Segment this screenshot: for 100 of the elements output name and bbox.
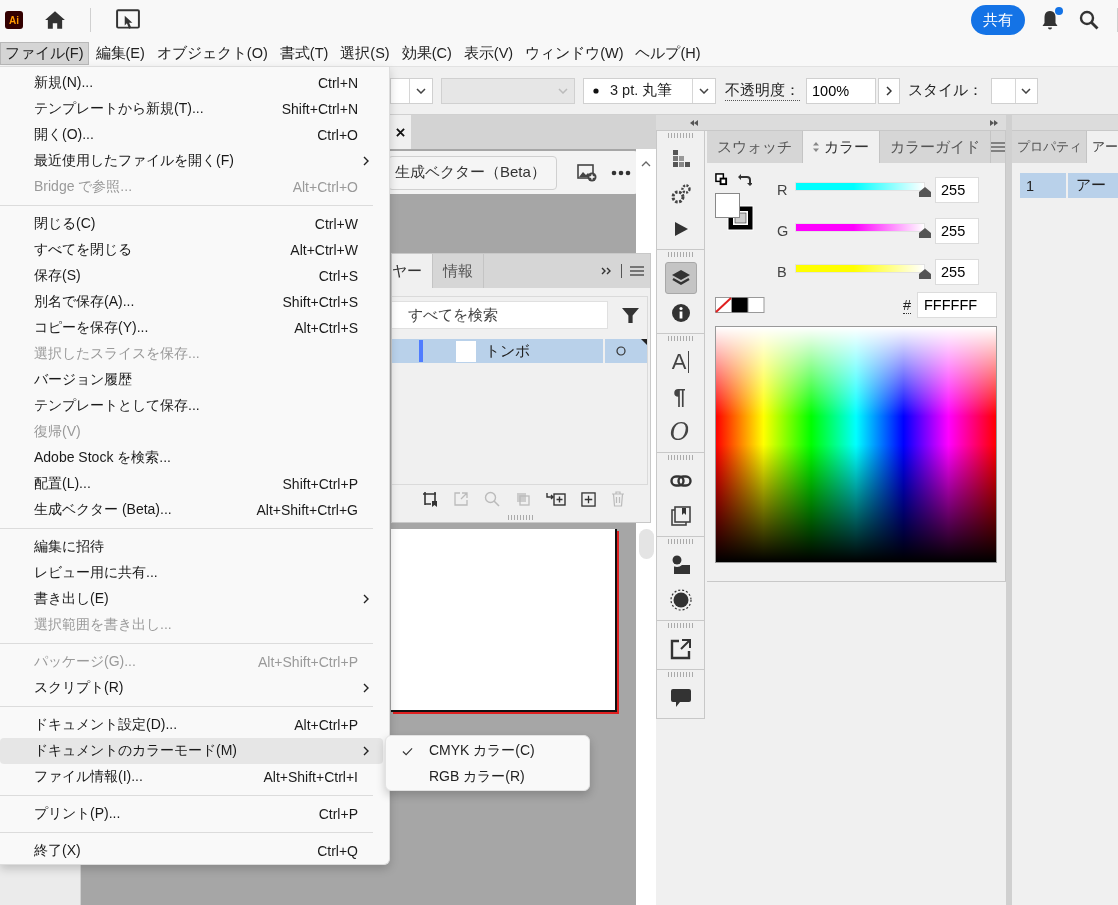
menu-bar-item[interactable]: 表示(V) (458, 41, 519, 65)
menu-icon[interactable] (991, 142, 1005, 152)
caret-icon (558, 87, 568, 94)
panel-button[interactable]: A (664, 346, 697, 378)
shortcut-label: Shift+Ctrl+P (282, 476, 358, 492)
layer-row[interactable]: トンボ (392, 339, 647, 363)
swap-icon[interactable] (738, 173, 752, 187)
menu-item[interactable]: プリント(P)... Ctrl+P (0, 801, 383, 827)
panel-tab[interactable]: カラー (803, 131, 880, 163)
search-icon (484, 491, 500, 507)
chevron-right-icon (886, 85, 892, 96)
panel-tab[interactable]: アー (1087, 131, 1118, 163)
hex-field[interactable]: FFFFFF (917, 292, 997, 318)
dashed-circle-icon (669, 589, 692, 611)
sublayer-icon[interactable] (546, 491, 566, 507)
fill-stroke-swatch[interactable] (715, 193, 755, 231)
slider-track[interactable] (795, 181, 925, 191)
clip-mask-icon[interactable] (422, 491, 438, 507)
menu-item[interactable]: 開く(O)... Ctrl+O (0, 122, 383, 148)
channel-value-field[interactable]: 255 (935, 176, 979, 203)
touch-icon[interactable] (116, 9, 140, 31)
menu-item[interactable]: レビュー用に共有... (0, 560, 383, 586)
menu-item[interactable]: RGB カラー(R) (386, 764, 589, 790)
shortcut-label: Ctrl+N (317, 75, 358, 91)
menu-bar-item[interactable]: 選択(S) (335, 41, 395, 65)
menu-item[interactable]: テンプレートとして保存... (0, 393, 383, 419)
panel-button[interactable] (664, 262, 697, 294)
quick-swatches[interactable] (715, 297, 765, 313)
color-spectrum[interactable] (715, 326, 997, 563)
comment-icon (669, 688, 692, 708)
menu-bar-item[interactable]: 書式(T) (274, 41, 334, 65)
channel-value-field[interactable]: 255 (935, 258, 979, 285)
slider-thumb[interactable] (919, 227, 931, 238)
shortcut-label: Alt+Ctrl+P (294, 717, 358, 733)
share-button[interactable]: 共有 (971, 5, 1025, 35)
new-layer-icon[interactable] (581, 491, 596, 507)
menu-item[interactable]: 編集に招待 (0, 534, 383, 560)
menu-bar-item[interactable]: 効果(C) (396, 41, 457, 65)
scroll-up-icon[interactable] (641, 161, 651, 167)
menu-item[interactable]: 新規(N)... Ctrl+N (0, 70, 383, 96)
search-icon[interactable] (1079, 10, 1099, 30)
home-icon[interactable] (44, 10, 66, 30)
menu-item[interactable]: 最近使用したファイルを開く(F) (0, 148, 383, 174)
menu-bar-item[interactable]: オブジェクト(O) (151, 41, 273, 65)
generate-vector-button[interactable]: 生成ベクター（Beta） (388, 155, 557, 190)
menu-item[interactable]: 生成ベクター (Beta)... Alt+Shift+Ctrl+G (0, 497, 383, 523)
collapse-icon[interactable] (690, 119, 698, 126)
menu-item[interactable]: CMYK カラー(C) (386, 738, 589, 764)
menu-item[interactable]: ドキュメントのカラーモード(M) (0, 738, 383, 764)
menu-item[interactable]: Adobe Stock を検索... (0, 445, 383, 471)
slider-thumb[interactable] (919, 268, 931, 279)
menu-item[interactable]: 終了(X) Ctrl+Q (0, 838, 383, 864)
menu-item[interactable]: コピーを保存(Y)... Alt+Ctrl+S (0, 315, 383, 341)
panel-tab[interactable]: ヤー (392, 254, 433, 288)
opacity-label[interactable]: 不透明度： (725, 80, 800, 101)
target-circle-icon[interactable] (616, 346, 626, 356)
menu-item[interactable]: テンプレートから新規(T)... Shift+Ctrl+N (0, 96, 383, 122)
menu-icon[interactable] (630, 266, 644, 276)
double-chevron-icon[interactable] (601, 267, 613, 275)
bookmark-icon (670, 506, 691, 526)
menu-item[interactable]: ドキュメント設定(D)... Alt+Ctrl+P (0, 712, 383, 738)
panel-button[interactable]: O (664, 416, 697, 448)
bell-icon[interactable] (1040, 9, 1060, 31)
search-field[interactable]: すべてを検索 (392, 301, 608, 329)
menu-item[interactable]: 配置(L)... Shift+Ctrl+P (0, 471, 383, 497)
expand-icon[interactable] (990, 119, 998, 126)
menu-bar-item[interactable]: ファイル(F) (0, 41, 89, 65)
artboard-row[interactable]: 1 アー (1020, 173, 1118, 198)
shortcut-label: Ctrl+W (314, 216, 358, 232)
menu-item[interactable]: 閉じる(C) Ctrl+W (0, 211, 383, 237)
brush-label: 3 pt. 丸筆 (610, 81, 673, 100)
shortcut-label: Alt+Shift+Ctrl+P (258, 654, 358, 670)
menu-item[interactable]: 書き出し(E) (0, 586, 383, 612)
panel-button[interactable]: ¶ (664, 381, 697, 413)
menu-bar-item[interactable]: ウィンドウ(W) (520, 41, 629, 65)
chart-icon (670, 149, 691, 169)
close-icon[interactable] (396, 127, 405, 137)
image-add-icon[interactable] (576, 163, 597, 182)
channel-value-field[interactable]: 255 (935, 217, 979, 244)
menu-bar-item[interactable]: ヘルプ(H) (630, 41, 706, 65)
more-icon[interactable] (610, 169, 631, 176)
scroll-thumb[interactable] (639, 529, 654, 559)
brush-dropdown[interactable]: 3 pt. 丸筆 (583, 77, 716, 104)
layer-name: トンボ (485, 341, 531, 361)
slider-track[interactable] (795, 222, 925, 232)
slider-track[interactable] (795, 263, 925, 273)
menu-item[interactable]: スクリプト(R) (0, 675, 383, 701)
default-colors-icon[interactable] (715, 173, 728, 186)
info-icon (670, 303, 691, 323)
opacity-arrow-button[interactable] (878, 77, 900, 104)
menu-item[interactable]: 別名で保存(A)... Shift+Ctrl+S (0, 289, 383, 315)
slider-thumb[interactable] (919, 186, 931, 197)
menu-item[interactable]: ファイル情報(I)... Alt+Shift+Ctrl+I (0, 764, 383, 790)
menu-item[interactable]: すべてを閉じる Alt+Ctrl+W (0, 237, 383, 263)
menu-bar-item[interactable]: 編集(E) (90, 41, 150, 65)
opacity-field[interactable]: 100% (806, 77, 876, 104)
shortcut-label: Alt+Ctrl+O (292, 179, 358, 195)
filter-icon[interactable] (622, 306, 639, 324)
menu-item[interactable]: バージョン履歴 (0, 367, 383, 393)
menu-item[interactable]: 保存(S) Ctrl+S (0, 263, 383, 289)
